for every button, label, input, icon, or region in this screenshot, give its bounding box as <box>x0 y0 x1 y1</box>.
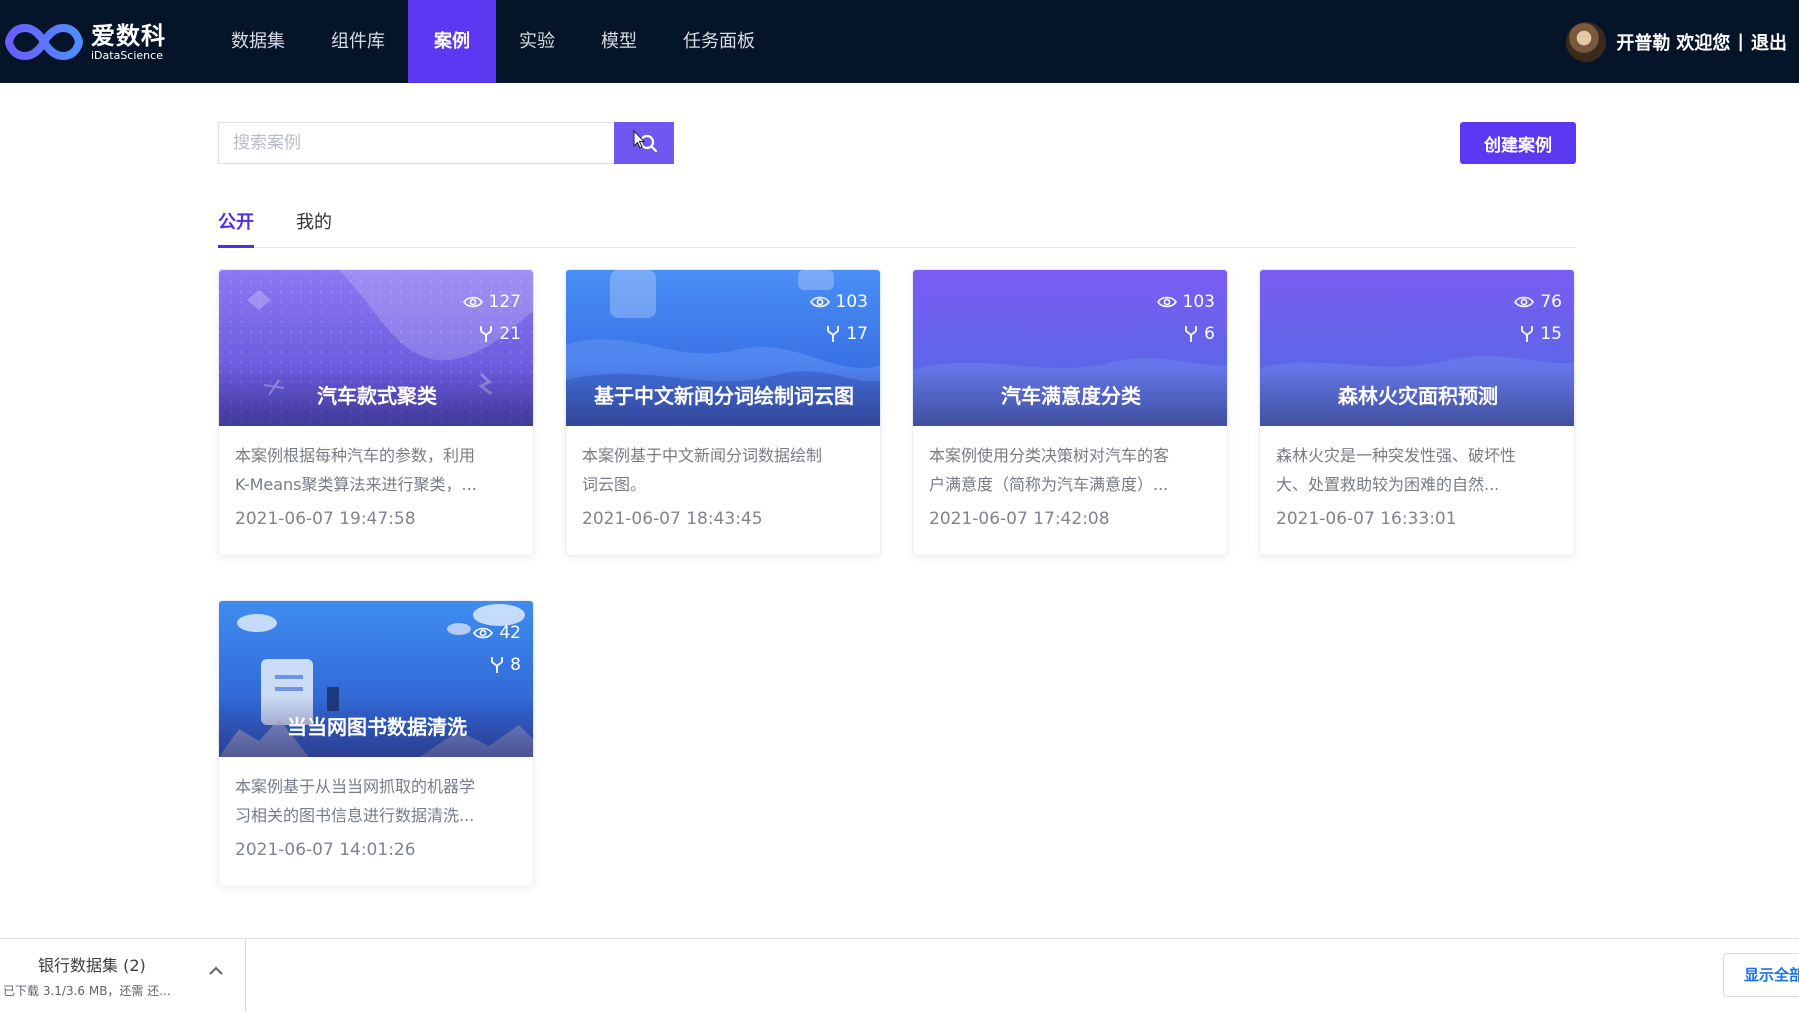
search-input[interactable] <box>218 122 614 164</box>
description-line: 本案例基于中文新闻分词数据绘制 <box>582 446 823 465</box>
views-count: 103 <box>835 292 868 312</box>
fork-icon <box>480 326 493 342</box>
search-button[interactable] <box>614 122 674 164</box>
case-card[interactable]: 103 6 汽车满意度分类 本案例使用分类决策树对汽车的客 户满意度（简称为汽车… <box>912 269 1228 556</box>
separator: | <box>1737 31 1744 52</box>
welcome-text: 欢迎您 <box>1676 32 1731 54</box>
forks-stat: 8 <box>473 649 521 681</box>
views-stat: 103 <box>809 286 868 318</box>
description-line: 本案例根据每种汽车的参数，利用 <box>235 446 476 465</box>
views-stat: 103 <box>1156 286 1215 318</box>
forks-stat: 6 <box>1157 318 1215 350</box>
description-line: 词云图。 <box>582 475 647 494</box>
nav-item-task-panel[interactable]: 任务面板 <box>660 0 778 83</box>
views-count: 76 <box>1540 292 1562 312</box>
avatar[interactable] <box>1566 21 1607 62</box>
card-description: 本案例基于从当当网抓取的机器学 习相关的图书信息进行数据清洗... <box>219 757 533 831</box>
logout-link[interactable]: 退出 <box>1751 29 1787 55</box>
fork-icon <box>491 657 504 673</box>
card-banner: 42 8 当当网图书数据清洗 <box>219 601 533 757</box>
description-line: K-Means聚类算法来进行聚类，... <box>235 475 477 494</box>
download-status: 已下载 3.1/3.6 MB，还需 还... <box>3 984 171 998</box>
card-date: 2021-06-07 14:01:26 <box>235 840 416 860</box>
description-line: 大、处置救助较为困难的自然... <box>1276 475 1500 494</box>
card-description: 本案例基于中文新闻分词数据绘制 词云图。 <box>566 426 880 500</box>
forks-stat: 21 <box>463 318 521 350</box>
download-file-name: 银行数据集 (2) <box>38 956 146 975</box>
nav-item-models[interactable]: 模型 <box>578 0 660 83</box>
tab-mine[interactable]: 我的 <box>296 208 332 248</box>
views-stat: 42 <box>473 617 521 649</box>
description-line: 本案例基于从当当网抓取的机器学 <box>235 777 476 796</box>
card-title: 基于中文新闻分词绘制词云图 <box>566 366 880 426</box>
nav-item-datasets[interactable]: 数据集 <box>208 0 308 83</box>
case-card[interactable]: 76 15 森林火灾面积预测 森林火灾是一种突发性强、破坏性 大、处置救助较为困… <box>1259 269 1575 556</box>
search-icon <box>633 129 658 153</box>
description-line: 习相关的图书信息进行数据清洗... <box>235 806 475 825</box>
user-area: 开普勒 欢迎您 | 退出 <box>1566 0 1787 83</box>
card-date: 2021-06-07 17:42:08 <box>929 509 1110 529</box>
description-line: 森林火灾是一种突发性强、破坏性 <box>1276 446 1517 465</box>
views-stat: 76 <box>1514 286 1562 318</box>
top-navbar: 爱数科 iDataScience 数据集 组件库 案例 实验 模型 任务面板 开… <box>0 0 1799 83</box>
card-banner: 127 21 汽车款式聚类 <box>219 270 533 426</box>
forks-count: 6 <box>1204 324 1215 344</box>
fork-icon <box>1521 326 1534 342</box>
fork-icon <box>1185 326 1198 342</box>
card-title: 当当网图书数据清洗 <box>219 697 533 757</box>
case-card[interactable]: 42 8 当当网图书数据清洗 本案例基于从当当网抓取的机器学 习相关的图书信息进… <box>218 600 534 887</box>
logo[interactable]: 爱数科 iDataScience <box>5 20 166 64</box>
case-card[interactable]: 127 21 汽车款式聚类 本案例根据每种汽车的参数，利用 K-Means聚类算… <box>218 269 534 556</box>
card-description: 本案例使用分类决策树对汽车的客 户满意度（简称为汽车满意度）... <box>913 426 1227 500</box>
views-count: 42 <box>499 623 521 643</box>
eye-icon <box>809 296 830 308</box>
card-description: 本案例根据每种汽车的参数，利用 K-Means聚类算法来进行聚类，... <box>219 426 533 500</box>
forks-count: 8 <box>510 655 521 675</box>
views-count: 103 <box>1182 292 1215 312</box>
logo-subtitle: iDataScience <box>91 48 163 62</box>
card-banner: 103 17 基于中文新闻分词绘制词云图 <box>566 270 880 426</box>
views-stat: 127 <box>462 286 521 318</box>
download-item[interactable]: 银行数据集 (2) 已下载 3.1/3.6 MB，还需 还... <box>0 939 246 1012</box>
eye-icon <box>462 296 483 308</box>
eye-icon <box>1156 296 1177 308</box>
card-date: 2021-06-07 18:43:45 <box>582 509 763 529</box>
forks-count: 17 <box>846 324 868 344</box>
card-title: 汽车款式聚类 <box>219 366 533 426</box>
case-card[interactable]: 103 17 基于中文新闻分词绘制词云图 本案例基于中文新闻分词数据绘制 词云图… <box>565 269 881 556</box>
eye-icon <box>473 627 494 639</box>
card-description: 森林火灾是一种突发性强、破坏性 大、处置救助较为困难的自然... <box>1260 426 1574 500</box>
download-bar: 银行数据集 (2) 已下载 3.1/3.6 MB，还需 还... 显示全部 <box>0 938 1799 1012</box>
views-count: 127 <box>488 292 521 312</box>
fork-icon <box>827 326 840 342</box>
card-banner: 103 6 汽车满意度分类 <box>913 270 1227 426</box>
logo-infinity-icon <box>5 23 83 61</box>
card-title: 森林火灾面积预测 <box>1260 366 1574 426</box>
description-line: 本案例使用分类决策树对汽车的客 <box>929 446 1170 465</box>
main-nav: 数据集 组件库 案例 实验 模型 任务面板 <box>208 0 778 83</box>
chevron-up-icon[interactable] <box>208 965 224 977</box>
search-box <box>218 122 674 164</box>
nav-item-components[interactable]: 组件库 <box>308 0 408 83</box>
card-date: 2021-06-07 16:33:01 <box>1276 509 1457 529</box>
show-all-downloads-button[interactable]: 显示全部 <box>1723 953 1799 997</box>
card-title: 汽车满意度分类 <box>913 366 1227 426</box>
card-banner: 76 15 森林火灾面积预测 <box>1260 270 1574 426</box>
logo-title: 爱数科 <box>91 21 166 50</box>
username[interactable]: 开普勒 <box>1616 29 1670 55</box>
eye-icon <box>1514 296 1535 308</box>
description-line: 户满意度（简称为汽车满意度）... <box>929 475 1169 494</box>
forks-count: 21 <box>499 324 521 344</box>
create-case-button[interactable]: 创建案例 <box>1460 122 1576 164</box>
forks-count: 15 <box>1540 324 1562 344</box>
nav-item-cases[interactable]: 案例 <box>408 0 496 83</box>
tab-public[interactable]: 公开 <box>218 208 254 248</box>
forks-stat: 15 <box>1514 318 1562 350</box>
forks-stat: 17 <box>810 318 868 350</box>
case-tabs: 公开 我的 <box>218 208 1576 248</box>
card-date: 2021-06-07 19:47:58 <box>235 509 416 529</box>
nav-item-experiments[interactable]: 实验 <box>496 0 578 83</box>
